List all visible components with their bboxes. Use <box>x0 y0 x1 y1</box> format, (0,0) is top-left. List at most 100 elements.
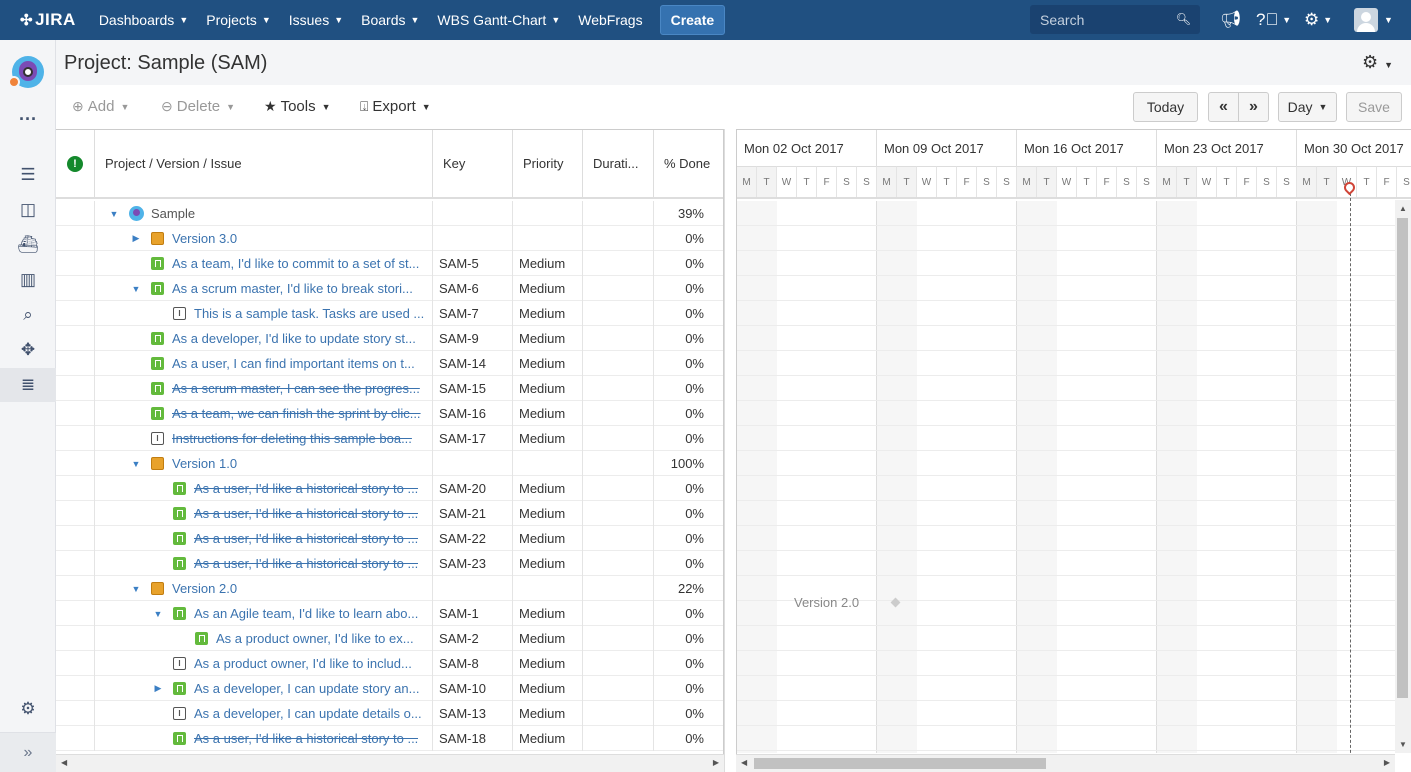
tools-button[interactable]: ★ Tools ▼ <box>264 98 331 115</box>
warning-column-header[interactable]: ! <box>56 130 95 197</box>
gantt-row[interactable] <box>737 326 1397 351</box>
more-icon[interactable]: ··· <box>0 102 56 136</box>
table-row[interactable]: As a team, we can finish the sprint by c… <box>56 401 723 426</box>
collapse-icon[interactable]: ▼ <box>129 459 143 469</box>
project-settings-icon[interactable]: ⚙ <box>0 692 56 726</box>
scroll-thumb[interactable] <box>754 758 1046 769</box>
nav-projects[interactable]: Projects ▼ <box>197 0 280 40</box>
prev-button[interactable]: « <box>1208 92 1239 122</box>
gantt-row[interactable] <box>737 451 1397 476</box>
table-row[interactable]: ▼ Version 2.0 22% <box>56 576 723 601</box>
releases-icon[interactable]: ⛴ <box>0 228 56 262</box>
issue-link[interactable]: As a user, I'd like a historical story t… <box>194 731 418 746</box>
nav-wbs-gantt[interactable]: WBS Gantt-Chart ▼ <box>428 0 569 40</box>
collapse-icon[interactable]: ▼ <box>129 284 143 294</box>
reports-icon[interactable]: ▥ <box>0 263 56 297</box>
table-row[interactable]: As a team, I'd like to commit to a set o… <box>56 251 723 276</box>
grid-horizontal-scrollbar[interactable]: ◀ ▶ <box>56 754 724 772</box>
today-button[interactable]: Today <box>1133 92 1198 122</box>
issue-link[interactable]: As a scrum master, I'd like to break sto… <box>172 281 413 296</box>
export-button[interactable]: ⍗ Export ▼ <box>360 98 431 115</box>
jira-logo[interactable]: ✣ JIRA <box>20 10 76 30</box>
gantt-row[interactable] <box>737 701 1397 726</box>
collapse-icon[interactable]: ▼ <box>107 209 121 219</box>
gantt-horizontal-scrollbar[interactable]: ◀ ▶ <box>736 754 1395 772</box>
nav-webfrags[interactable]: WebFrags <box>569 0 651 40</box>
gantt-row[interactable] <box>737 276 1397 301</box>
issue-link[interactable]: Version 2.0 <box>172 581 237 596</box>
gantt-row[interactable] <box>737 676 1397 701</box>
issues-search-icon[interactable]: ⌕ <box>0 298 56 332</box>
issue-link[interactable]: As a scrum master, I can see the progres… <box>172 381 420 396</box>
table-row[interactable]: As a developer, I'd like to update story… <box>56 326 723 351</box>
board-icon[interactable]: ◫ <box>0 193 56 227</box>
table-row[interactable]: As a scrum master, I can see the progres… <box>56 376 723 401</box>
gantt-row[interactable] <box>737 626 1397 651</box>
avatar[interactable] <box>1354 8 1378 32</box>
gantt-row[interactable] <box>737 551 1397 576</box>
next-button[interactable]: » <box>1238 92 1269 122</box>
table-row[interactable]: ▼ As a scrum master, I'd like to break st… <box>56 276 723 301</box>
issue-link[interactable]: As a product owner, I'd like to includ..… <box>194 656 412 671</box>
help-menu[interactable]: ?⃝ ▼ <box>1256 0 1291 40</box>
issue-link[interactable]: As a user, I'd like a historical story t… <box>194 531 418 546</box>
table-row[interactable]: ▼ As an Agile team, I'd like to learn abo… <box>56 601 723 626</box>
issue-link[interactable]: Instructions for deleting this sample bo… <box>172 431 412 446</box>
issue-link[interactable]: As a user, I'd like a historical story t… <box>194 556 418 571</box>
create-button[interactable]: Create <box>659 5 726 35</box>
table-row[interactable]: As a user, I'd like a historical story t… <box>56 501 723 526</box>
vertical-scrollbar[interactable]: ▲ ▼ <box>1395 200 1411 753</box>
duration-column-header[interactable]: Durati... <box>583 130 654 197</box>
scale-select[interactable]: Day ▼ <box>1278 92 1337 122</box>
nav-boards[interactable]: Boards ▼ <box>352 0 428 40</box>
table-row[interactable]: I As a developer, I can update details o.… <box>56 701 723 726</box>
gantt-row[interactable] <box>737 301 1397 326</box>
table-row[interactable]: ▼ Version 1.0 100% <box>56 451 723 476</box>
scroll-up-icon[interactable]: ▲ <box>1399 204 1407 213</box>
delete-button[interactable]: ⊖ Delete ▼ <box>161 98 235 115</box>
table-row[interactable]: As a user, I'd like a historical story t… <box>56 526 723 551</box>
scroll-left-icon[interactable]: ◀ <box>741 758 747 767</box>
issue-link[interactable]: As a team, I'd like to commit to a set o… <box>172 256 419 271</box>
table-row[interactable]: As a product owner, I'd like to ex... SAM… <box>56 626 723 651</box>
backlog-icon[interactable]: ☰ <box>0 158 56 192</box>
table-row[interactable]: ▶ As a developer, I can update story an..… <box>56 676 723 701</box>
addons-icon[interactable]: ✥ <box>0 333 56 367</box>
table-row[interactable]: As a user, I can find important items on… <box>56 351 723 376</box>
scroll-right-icon[interactable]: ▶ <box>1384 758 1390 767</box>
expand-sidebar-icon[interactable]: » <box>0 732 56 772</box>
issue-link[interactable]: As a user, I can find important items on… <box>172 356 415 371</box>
scroll-right-icon[interactable]: ▶ <box>713 758 719 767</box>
nav-dashboards[interactable]: Dashboards ▼ <box>90 0 197 40</box>
gantt-row[interactable] <box>737 226 1397 251</box>
expand-icon[interactable]: ▶ <box>129 233 143 244</box>
collapse-icon[interactable]: ▼ <box>151 609 165 619</box>
table-row[interactable]: As a user, I'd like a historical story t… <box>56 476 723 501</box>
expand-icon[interactable]: ▶ <box>151 683 165 694</box>
issue-link[interactable]: As a developer, I can update story an... <box>194 681 419 696</box>
gantt-icon[interactable]: ≣ <box>0 368 56 402</box>
table-row[interactable]: ▼ Sample 39% <box>56 201 723 226</box>
header-settings-button[interactable]: ⚙ ▼ <box>1362 52 1393 73</box>
issue-link[interactable]: As a product owner, I'd like to ex... <box>216 631 414 646</box>
gantt-row[interactable] <box>737 651 1397 676</box>
done-column-header[interactable]: % Done <box>654 130 723 197</box>
search-icon[interactable]: 🔍︎ <box>1176 12 1191 26</box>
priority-column-header[interactable]: Priority <box>513 130 583 197</box>
caret-down-icon[interactable]: ▼ <box>1384 0 1393 40</box>
gantt-row[interactable] <box>737 351 1397 376</box>
gantt-row[interactable] <box>737 201 1397 226</box>
add-button[interactable]: ⊕ Add ▼ <box>72 98 129 115</box>
name-column-header[interactable]: Project / Version / Issue <box>95 130 433 197</box>
gantt-row[interactable] <box>737 401 1397 426</box>
issue-link[interactable]: As a user, I'd like a historical story t… <box>194 481 418 496</box>
scroll-down-icon[interactable]: ▼ <box>1399 740 1407 749</box>
issue-link[interactable]: As a user, I'd like a historical story t… <box>194 506 418 521</box>
gantt-row[interactable] <box>737 501 1397 526</box>
issue-link[interactable]: As a developer, I can update details o..… <box>194 706 422 721</box>
project-avatar[interactable] <box>8 56 44 88</box>
collapse-icon[interactable]: ▼ <box>129 584 143 594</box>
issue-link[interactable]: Version 1.0 <box>172 456 237 471</box>
issue-link[interactable]: This is a sample task. Tasks are used ..… <box>194 306 424 321</box>
gantt-row[interactable] <box>737 526 1397 551</box>
